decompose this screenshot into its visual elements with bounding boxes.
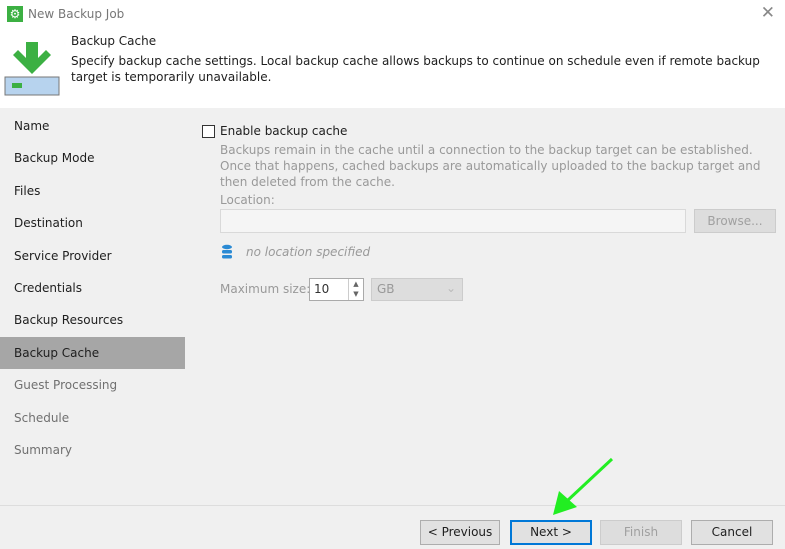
page-description: Specify backup cache settings. Local bac… — [71, 54, 760, 84]
step-files[interactable]: Files — [0, 175, 185, 207]
step-backup-resources[interactable]: Backup Resources — [0, 304, 185, 336]
step-credentials[interactable]: Credentials — [0, 272, 185, 304]
close-icon[interactable]: ✕ — [761, 3, 775, 23]
unit-value: GB — [377, 282, 395, 296]
window-title: New Backup Job — [28, 7, 125, 21]
location-input[interactable] — [220, 209, 686, 233]
wizard-steps: Name Backup Mode Files Destination Servi… — [0, 110, 185, 505]
wizard-footer: < Previous Next > Finish Cancel — [0, 505, 785, 549]
step-name[interactable]: Name — [0, 110, 185, 142]
backup-cache-icon — [4, 42, 60, 96]
unit-select[interactable]: GB ⌄ — [371, 278, 463, 301]
next-button[interactable]: Next > — [510, 520, 592, 545]
step-destination[interactable]: Destination — [0, 207, 185, 239]
stepper-arrows-icon[interactable]: ▲ ▼ — [348, 279, 363, 300]
step-backup-mode[interactable]: Backup Mode — [0, 142, 185, 174]
enable-backup-cache-checkbox[interactable] — [202, 125, 215, 138]
step-backup-cache[interactable]: Backup Cache — [0, 336, 185, 370]
step-summary[interactable]: Summary — [0, 434, 185, 466]
finish-button[interactable]: Finish — [600, 520, 682, 545]
max-size-label: Maximum size: — [220, 282, 311, 296]
max-size-stepper[interactable]: 10 ▲ ▼ — [309, 278, 364, 301]
location-status: no location specified — [246, 245, 371, 259]
step-schedule[interactable]: Schedule — [0, 402, 185, 434]
cancel-button[interactable]: Cancel — [691, 520, 773, 545]
database-icon — [222, 244, 232, 259]
step-guest-processing[interactable]: Guest Processing — [0, 369, 185, 401]
app-gear-icon: ⚙ — [7, 6, 23, 22]
previous-button[interactable]: < Previous — [420, 520, 500, 545]
annotation-arrow-icon — [553, 457, 614, 515]
location-label: Location: — [220, 193, 275, 207]
max-size-value[interactable]: 10 — [314, 282, 329, 296]
page-title: Backup Cache — [71, 34, 157, 48]
step-service-provider[interactable]: Service Provider — [0, 240, 185, 272]
chevron-down-icon: ⌄ — [445, 281, 456, 295]
help-text: Backups remain in the cache until a conn… — [220, 143, 761, 189]
wizard-header: ⚙ New Backup Job ✕ Backup Cache Specify … — [0, 0, 785, 108]
enable-backup-cache-label[interactable]: Enable backup cache — [220, 124, 347, 138]
browse-button[interactable]: Browse... — [694, 209, 776, 233]
settings-panel: Enable backup cache Backups remain in th… — [190, 110, 785, 505]
